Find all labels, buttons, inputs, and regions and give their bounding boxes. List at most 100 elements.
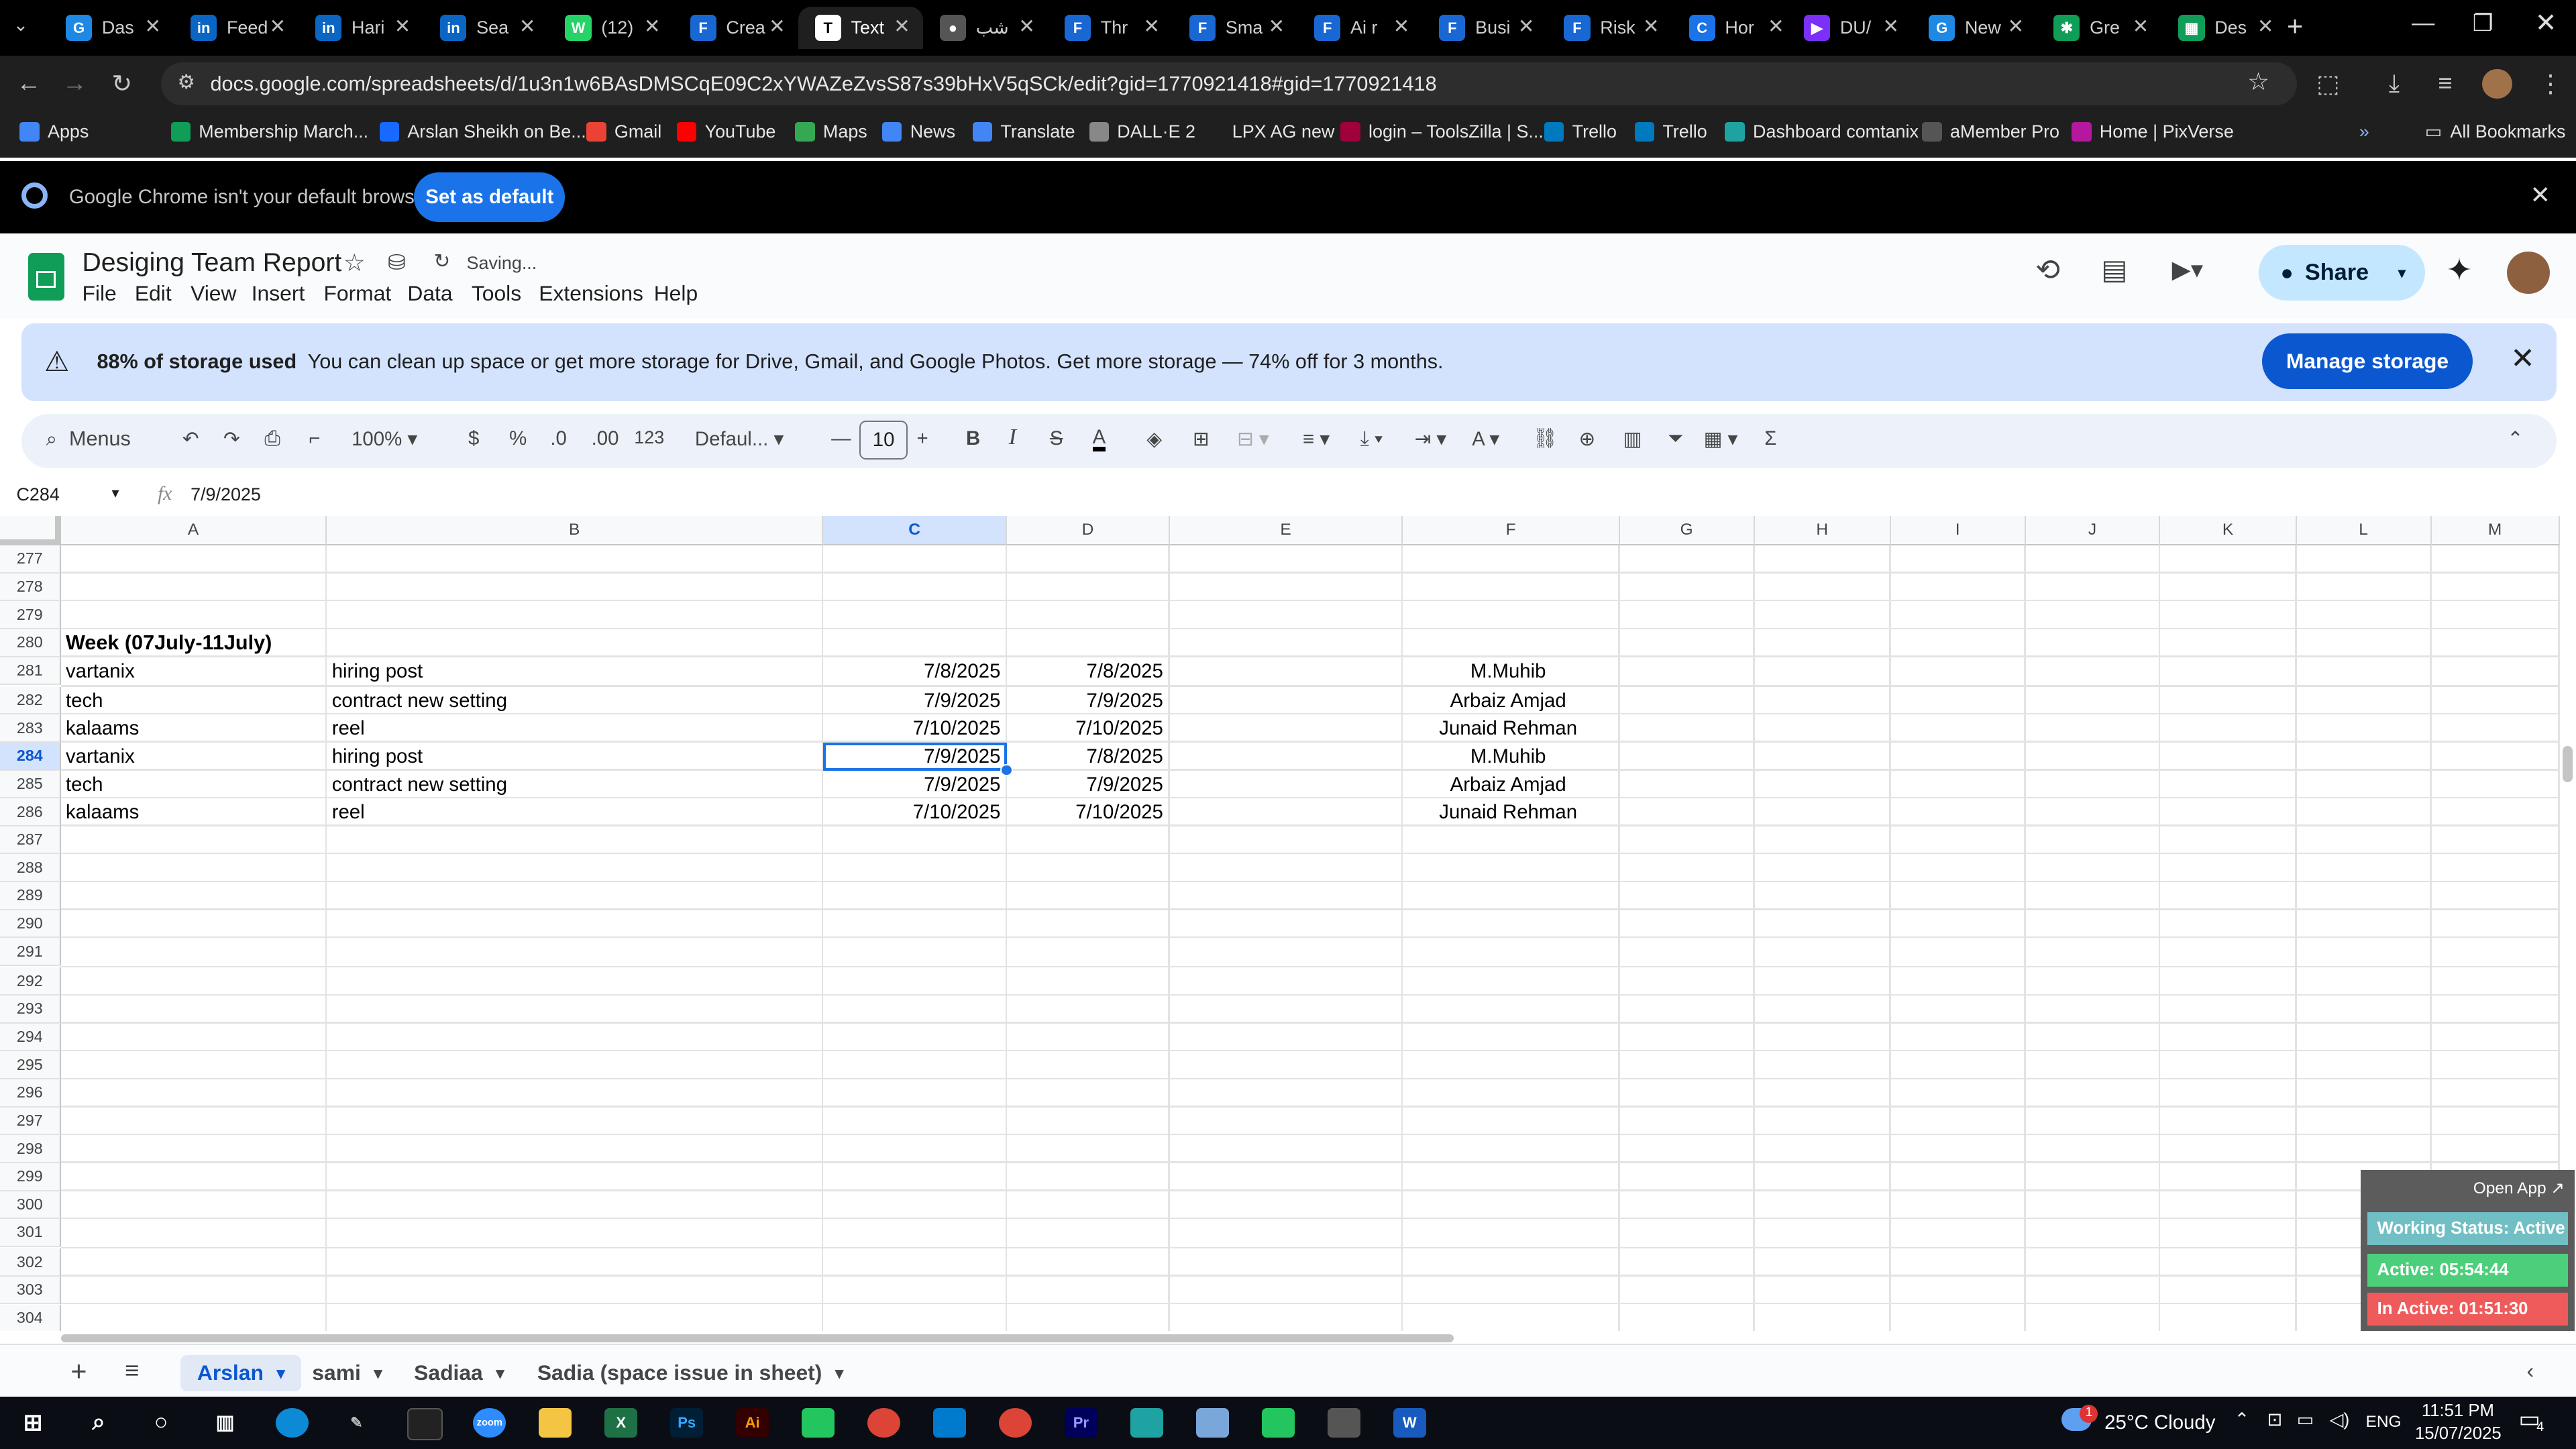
- browser-tab[interactable]: C Hor ✕: [1672, 7, 1797, 50]
- pen-icon[interactable]: ✎: [340, 1408, 373, 1438]
- column-header-i[interactable]: I: [1890, 515, 2026, 546]
- menu-help[interactable]: Help: [654, 281, 698, 306]
- select-all-corner[interactable]: [0, 515, 61, 546]
- edge-icon[interactable]: [276, 1407, 309, 1438]
- close-banner-icon[interactable]: ✕: [2510, 341, 2535, 376]
- menu-extensions[interactable]: Extensions: [539, 281, 643, 306]
- tab-search-button[interactable]: ⌄: [13, 15, 29, 36]
- name-box[interactable]: C284 ▾: [16, 484, 131, 505]
- close-tab-icon[interactable]: ✕: [1768, 15, 1784, 38]
- close-tab-icon[interactable]: ✕: [1882, 15, 1899, 38]
- browser-tab[interactable]: F Sma ✕: [1173, 7, 1298, 50]
- new-tab-button[interactable]: +: [2287, 10, 2303, 42]
- spreadsheet-grid[interactable]: ABCDEFGHIJKLM 277 278 279 280 281 282 283 284 28…: [0, 515, 2560, 1331]
- windows-start-icon[interactable]: ⊞: [16, 1408, 49, 1438]
- column-header-h[interactable]: H: [1754, 515, 1891, 546]
- sheet-tabs-scroll-icon[interactable]: ‹: [2527, 1358, 2534, 1383]
- row-header[interactable]: 277: [0, 545, 61, 574]
- task-view-icon[interactable]: ▥: [209, 1408, 241, 1438]
- weather-text[interactable]: 25°C Cloudy: [2104, 1411, 2215, 1434]
- calculator-icon[interactable]: [1327, 1407, 1360, 1438]
- close-tab-icon[interactable]: ✕: [270, 15, 286, 38]
- insert-chart-icon[interactable]: ▥: [1623, 427, 1642, 451]
- row-header[interactable]: 287: [0, 826, 61, 855]
- row-header[interactable]: 301: [0, 1219, 61, 1247]
- browser-tab[interactable]: F Ai r ✕: [1298, 7, 1423, 50]
- bookmark-item[interactable]: YouTube: [676, 121, 775, 142]
- row-header[interactable]: 286: [0, 798, 61, 826]
- vertical-align-icon[interactable]: ⤓ ▾: [1360, 427, 1383, 450]
- row-header[interactable]: 297: [0, 1107, 61, 1136]
- row-header[interactable]: 281: [0, 657, 61, 686]
- cell-f[interactable]: Junaid Rehman: [1403, 714, 1613, 743]
- app-teal-icon[interactable]: [1130, 1407, 1163, 1438]
- set-as-default-button[interactable]: Set as default: [414, 172, 566, 222]
- zoom-select[interactable]: 100% ▾: [352, 427, 417, 451]
- bookmark-star-icon[interactable]: ☆: [2247, 67, 2269, 96]
- all-bookmarks-button[interactable]: ▭ All Bookmarks: [2425, 121, 2566, 142]
- row-header[interactable]: 283: [0, 714, 61, 743]
- browser-tab[interactable]: F Risk ✕: [1548, 7, 1672, 50]
- move-to-drive-icon[interactable]: ⛁: [388, 250, 406, 275]
- sheet-tab-menu-icon[interactable]: ▾: [277, 1363, 285, 1383]
- currency-button[interactable]: $: [468, 427, 479, 450]
- increase-decimal-button[interactable]: .00: [592, 427, 619, 450]
- illustrator-icon[interactable]: Ai: [736, 1407, 769, 1438]
- column-header-m[interactable]: M: [2431, 515, 2560, 546]
- row-header[interactable]: 303: [0, 1276, 61, 1305]
- row-header[interactable]: 298: [0, 1135, 61, 1163]
- browser-tab[interactable]: F Thr ✕: [1048, 7, 1173, 50]
- row-header[interactable]: 284: [0, 742, 61, 771]
- browser-tab[interactable]: in Sea ✕: [424, 7, 549, 50]
- row-header[interactable]: 292: [0, 967, 61, 996]
- collapse-toolbar-icon[interactable]: ⌃: [2507, 427, 2524, 451]
- browser-tab[interactable]: G Das ✕: [49, 7, 174, 50]
- fill-color-icon[interactable]: ◈: [1146, 427, 1162, 451]
- close-tab-icon[interactable]: ✕: [2133, 15, 2149, 38]
- close-tab-icon[interactable]: ✕: [2257, 15, 2274, 38]
- bookmark-item[interactable]: aMember Pro: [1922, 121, 2059, 142]
- account-avatar[interactable]: [2507, 251, 2550, 294]
- file-explorer-icon[interactable]: [539, 1407, 572, 1438]
- cell-f[interactable]: M.Muhib: [1403, 743, 1613, 771]
- cell-f[interactable]: M.Muhib: [1403, 657, 1613, 686]
- browser-tab[interactable]: F Crea ✕: [674, 7, 798, 50]
- browser-tab[interactable]: ● شب ✕: [923, 7, 1048, 50]
- row-header[interactable]: 294: [0, 1023, 61, 1052]
- bookmark-item[interactable]: LPX AG new: [1204, 121, 1334, 142]
- cell-c[interactable]: 7/9/2025: [823, 771, 1006, 799]
- horizontal-align-icon[interactable]: ≡ ▾: [1303, 427, 1330, 451]
- bookmark-item[interactable]: Trello: [1634, 121, 1707, 142]
- cell-b[interactable]: contract new setting: [327, 687, 821, 715]
- menu-insert[interactable]: Insert: [252, 281, 305, 306]
- bookmark-item[interactable]: Translate: [972, 121, 1075, 142]
- row-header[interactable]: 280: [0, 629, 61, 657]
- close-infobar-icon[interactable]: ✕: [2530, 180, 2551, 209]
- chrome-active-icon[interactable]: [998, 1407, 1032, 1438]
- close-tab-icon[interactable]: ✕: [2008, 15, 2025, 38]
- menu-data[interactable]: Data: [407, 281, 452, 306]
- browser-tab[interactable]: ✱ Gre ✕: [2037, 7, 2162, 50]
- share-button[interactable]: ● Share: [2259, 244, 2391, 301]
- site-info-icon[interactable]: ⚙: [177, 70, 195, 94]
- column-header-b[interactable]: B: [327, 515, 823, 546]
- meet-now-icon[interactable]: ⊡: [2267, 1409, 2283, 1430]
- reload-button[interactable]: ↻: [112, 69, 133, 98]
- cell-a[interactable]: Week (07July-11July): [61, 629, 723, 657]
- horizontal-scrollbar[interactable]: [60, 1330, 2560, 1344]
- close-tab-icon[interactable]: ✕: [644, 15, 661, 38]
- cell-d[interactable]: 7/9/2025: [1007, 771, 1168, 799]
- formula-input[interactable]: 7/9/2025: [191, 484, 261, 505]
- cortana-icon[interactable]: ○: [145, 1408, 178, 1438]
- sheets-logo-icon[interactable]: [28, 253, 64, 301]
- cell-a[interactable]: kalaams: [61, 798, 325, 826]
- text-color-button[interactable]: A: [1092, 427, 1106, 452]
- insert-link-icon[interactable]: ⛓: [1533, 427, 1558, 450]
- url-omnibox[interactable]: ⚙ docs.google.com/spreadsheets/d/1u3n1w6…: [161, 62, 2297, 105]
- bookmark-item[interactable]: Apps: [19, 121, 89, 142]
- document-title[interactable]: Desiging Team Report: [82, 248, 341, 278]
- browser-tab[interactable]: W (12) ✕: [549, 7, 674, 50]
- restore-window-button[interactable]: ❐: [2473, 10, 2493, 37]
- close-tab-icon[interactable]: ✕: [894, 15, 910, 38]
- row-header[interactable]: 300: [0, 1191, 61, 1220]
